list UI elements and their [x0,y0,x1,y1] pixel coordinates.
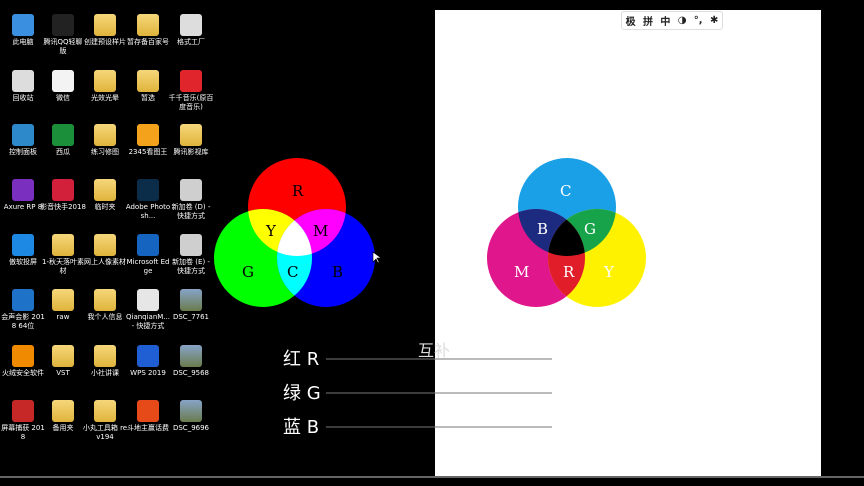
pair-right-yellow: 黄 Y [561,417,597,438]
complement-annotation: 互补 [418,341,450,360]
rgb-venn-diagram: R Y M G C B [214,158,375,307]
cmy-venn-diagram: C B G M R Y [487,158,646,307]
pair-right-magenta: 品 M [561,383,600,404]
label-r2: R [563,263,575,281]
label-g: G [242,263,254,281]
taskbar-edge [0,476,864,478]
pair-left-green: 绿 G [283,383,321,404]
label-c: C [287,263,298,281]
label-y2: Y [603,263,615,281]
pair-right-cyan: 青 C [561,349,597,370]
pair-left-blue: 蓝 B [283,417,319,438]
label-b2: B [537,220,548,238]
pair-left-red: 红 R [283,349,319,370]
label-g2: G [584,220,596,238]
complement-pairs: 互补 红 R 青 C 绿 G 品 M 蓝 B 黄 Y [283,341,600,438]
label-r: R [292,182,304,200]
label-b: B [332,263,343,281]
label-y: Y [265,222,277,240]
color-diagram: R Y M G C B C B G M R Y 互补 红 R 青 C 绿 G 品… [214,158,646,438]
label-m2: M [514,263,529,281]
label-c2: C [560,182,571,200]
label-m: M [313,222,328,240]
